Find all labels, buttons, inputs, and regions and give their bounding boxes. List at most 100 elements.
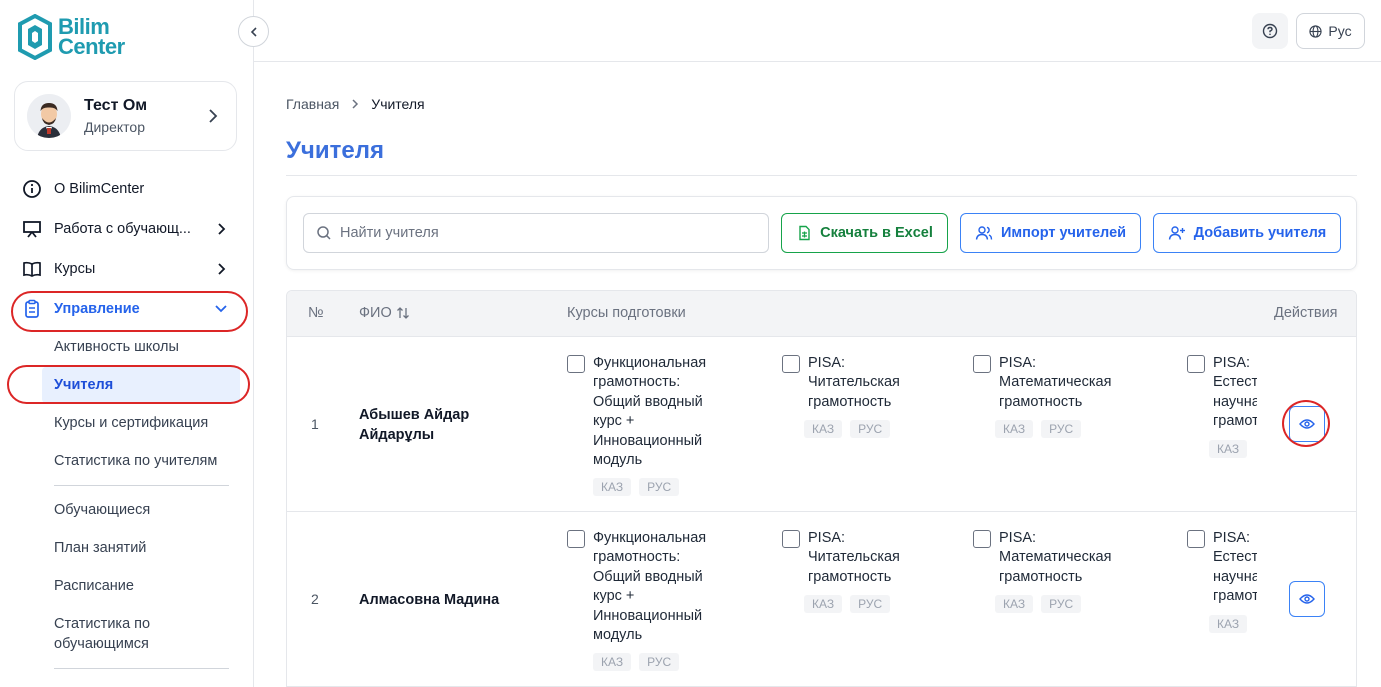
add-teacher-button[interactable]: Добавить учителя <box>1153 213 1341 253</box>
eye-icon <box>1299 594 1315 604</box>
question-circle-icon <box>1262 23 1278 39</box>
course-checkbox[interactable] <box>567 530 585 548</box>
chevron-right-icon <box>218 223 226 235</box>
subnav-student-stats[interactable]: Статистика по обучающимся <box>54 614 204 654</box>
collapse-sidebar-button[interactable] <box>238 16 269 47</box>
lang-tag: КАЗ <box>804 420 843 439</box>
nav-work-with-students[interactable]: Работа с обучающ... <box>22 217 232 241</box>
course-name: PISA: Математическая грамотность <box>999 530 1112 585</box>
lang-tag: РУС <box>1041 595 1082 614</box>
course-name: Функциональная грамотность: Общий вводны… <box>593 530 707 644</box>
lang-tag: РУС <box>639 478 680 497</box>
course-item: PISA: Математическая грамотность КАЗ РУС <box>973 529 1129 614</box>
view-button[interactable] <box>1289 406 1325 442</box>
breadcrumb-current: Учителя <box>371 96 425 112</box>
course-checkbox[interactable] <box>782 355 800 373</box>
chevron-right-icon <box>352 99 359 109</box>
bilimcenter-logo[interactable]: Bilim Center <box>16 14 125 60</box>
language-label: Рус <box>1328 23 1352 39</box>
course-checkbox[interactable] <box>782 530 800 548</box>
subnav-schedule[interactable]: Расписание <box>54 576 134 596</box>
logo-text-center: Center <box>58 34 125 59</box>
course-item: PISA: Естественно-научная грамотность КА… <box>1187 354 1257 458</box>
column-header-name-label: ФИО <box>359 305 392 321</box>
sort-icon <box>396 307 409 319</box>
chevron-left-icon <box>250 26 257 37</box>
import-teachers-label: Импорт учителей <box>1000 225 1127 241</box>
course-clip: PISA: Естественно-научная грамотность КА… <box>1187 512 1257 686</box>
view-button[interactable] <box>1289 581 1325 617</box>
subnav-teacher-stats[interactable]: Статистика по учителям <box>54 451 217 471</box>
chevron-right-icon <box>218 263 226 275</box>
course-checkbox[interactable] <box>973 355 991 373</box>
column-header-name[interactable]: ФИО <box>359 305 410 321</box>
nav-about-label: О BilimCenter <box>54 181 145 197</box>
column-header-courses: Курсы подготовки <box>567 305 686 321</box>
divider <box>54 668 229 669</box>
column-header-actions: Действия <box>1274 305 1338 321</box>
chevron-down-icon <box>215 305 227 313</box>
import-teachers-button[interactable]: Импорт учителей <box>960 213 1141 253</box>
language-switcher[interactable]: Рус <box>1296 13 1365 49</box>
search-input[interactable] <box>340 225 760 241</box>
lang-tag: КАЗ <box>804 595 843 614</box>
users-icon <box>975 226 993 240</box>
course-item: PISA: Читательская грамотность КАЗ РУС <box>782 354 928 439</box>
course-checkbox[interactable] <box>1187 355 1205 373</box>
teachers-table: № ФИО Курсы подготовки Действия 1 Абышев… <box>286 290 1357 687</box>
column-header-number: № <box>308 305 324 321</box>
nav-management[interactable]: Управление <box>22 297 232 321</box>
subnav-teachers[interactable]: Учителя <box>54 375 113 395</box>
logo-icon <box>18 14 52 60</box>
avatar <box>27 94 71 138</box>
course-name: PISA: Читательская грамотность <box>808 530 900 585</box>
page-title: Учителя <box>286 137 384 164</box>
table-header: № ФИО Курсы подготовки Действия <box>287 291 1356 337</box>
course-item: PISA: Математическая грамотность КАЗ РУС <box>973 354 1129 439</box>
lang-tag: КАЗ <box>593 478 632 497</box>
subnav-courses-certification[interactable]: Курсы и сертификация <box>54 413 208 433</box>
course-checkbox[interactable] <box>567 355 585 373</box>
search-icon <box>317 226 331 240</box>
subnav-lesson-plan[interactable]: План занятий <box>54 538 146 558</box>
lang-tag: КАЗ <box>995 595 1034 614</box>
course-item: Функциональная грамотность: Общий вводны… <box>567 529 713 672</box>
download-excel-label: Скачать в Excel <box>820 225 933 241</box>
file-spreadsheet-icon <box>799 225 810 241</box>
table-row: 1 Абышев Айдар Айдарұлы Функциональная г… <box>287 337 1356 512</box>
search-box[interactable] <box>303 213 769 253</box>
download-excel-button[interactable]: Скачать в Excel <box>781 213 948 253</box>
row-number: 2 <box>311 591 319 607</box>
nav-courses-label: Курсы <box>54 261 96 277</box>
lang-tag: КАЗ <box>593 653 632 672</box>
sidebar: Bilim Center Тест Ом Директор О BilimCen <box>0 0 254 687</box>
info-icon <box>22 179 42 199</box>
course-clip: PISA: Естественно-научная грамотность КА… <box>1187 337 1257 512</box>
breadcrumb-home[interactable]: Главная <box>286 96 339 112</box>
chevron-right-icon <box>209 109 218 123</box>
user-profile-card[interactable]: Тест Ом Директор <box>14 81 237 151</box>
lang-tag: КАЗ <box>995 420 1034 439</box>
breadcrumb: Главная Учителя <box>286 96 425 112</box>
add-teacher-label: Добавить учителя <box>1193 225 1327 241</box>
lang-tag: РУС <box>850 595 891 614</box>
nav-management-label: Управление <box>54 301 140 317</box>
help-button[interactable] <box>1252 13 1288 49</box>
course-name: PISA: Естественно-научная грамотность <box>1213 530 1257 605</box>
book-open-icon <box>22 259 42 279</box>
toolbar-panel: Скачать в Excel Импорт учителей Добавить… <box>286 196 1357 270</box>
teacher-name: Абышев Айдар Айдарұлы <box>359 407 470 443</box>
lang-tag: КАЗ <box>1209 439 1248 458</box>
nav-courses[interactable]: Курсы <box>22 257 232 281</box>
subnav-students[interactable]: Обучающиеся <box>54 500 150 520</box>
subnav-school-activity[interactable]: Активность школы <box>54 337 179 357</box>
nav-work-label: Работа с обучающ... <box>54 221 191 237</box>
lang-tag: РУС <box>1041 420 1082 439</box>
course-name: PISA: Математическая грамотность <box>999 355 1112 410</box>
course-checkbox[interactable] <box>973 530 991 548</box>
row-number: 1 <box>311 416 319 432</box>
user-plus-icon <box>1168 226 1185 240</box>
nav-about[interactable]: О BilimCenter <box>22 177 232 201</box>
course-checkbox[interactable] <box>1187 530 1205 548</box>
lang-tag: РУС <box>850 420 891 439</box>
